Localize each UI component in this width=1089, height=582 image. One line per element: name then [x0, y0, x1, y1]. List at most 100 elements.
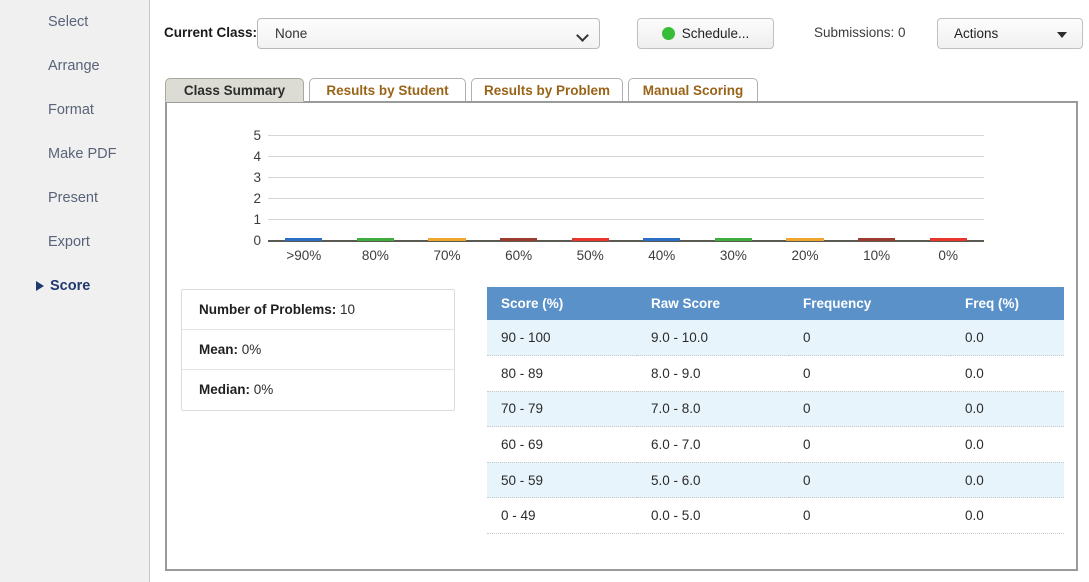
- table-cell-raw: 5.0 - 6.0: [637, 462, 789, 499]
- stat-value: 0%: [253, 382, 274, 397]
- table-row[interactable]: 90 - 100 9.0 - 10.0 0 0.0: [487, 320, 1064, 357]
- tab-manual-scoring[interactable]: Manual Scoring: [628, 78, 758, 102]
- table-row[interactable]: 50 - 59 5.0 - 6.0 0 0.0: [487, 462, 1064, 499]
- table-cell-frequency: 0: [789, 462, 951, 499]
- score-distribution-chart: 5 4 3 2 1 0 >90% 80% 70% 60% 50% 40% 30% 20% 10% 0%: [167, 103, 1080, 268]
- table-cell-frequency: 0: [789, 320, 951, 357]
- table-body: 90 - 100 9.0 - 10.0 0 0.0 80 - 89 8.0 - 9.0 0 0…: [487, 320, 1064, 535]
- table-cell-freq-pct: 0.0: [951, 355, 1064, 392]
- chart-bar: [428, 238, 466, 241]
- tab-label: Results by Problem: [483, 83, 611, 98]
- tab-results-by-student[interactable]: Results by Student: [309, 78, 466, 102]
- chart-bar: [929, 238, 967, 241]
- sidebar-item-present[interactable]: Present: [0, 176, 149, 220]
- tab-label: Manual Scoring: [642, 83, 744, 98]
- table-cell-score: 60 - 69: [487, 426, 637, 463]
- y-tick-label: 1: [253, 212, 261, 227]
- table-cell-raw: 9.0 - 10.0: [637, 320, 789, 357]
- chart-bar: [285, 238, 323, 241]
- sidebar-item-label: Make PDF: [48, 146, 117, 162]
- sidebar-item-format[interactable]: Format: [0, 88, 149, 132]
- table-row[interactable]: 0 - 49 0.0 - 5.0 0 0.0: [487, 497, 1064, 535]
- stat-row: Median: 0%: [182, 370, 454, 410]
- table-header-freq-pct[interactable]: Freq (%): [951, 287, 1064, 320]
- chart-plot-area: [268, 135, 984, 242]
- chart-bar: [643, 238, 681, 241]
- sidebar-item-label: Format: [48, 102, 94, 118]
- sidebar-item-label: Select: [48, 14, 89, 30]
- tab-class-summary[interactable]: Class Summary: [165, 78, 304, 102]
- table-cell-frequency: 0: [789, 497, 951, 535]
- stat-label: Mean:: [199, 342, 239, 357]
- chart-y-axis-labels: 5 4 3 2 1 0: [239, 129, 261, 255]
- status-dot-icon: [661, 27, 675, 40]
- y-tick-label: 4: [253, 149, 261, 164]
- stat-value: 10: [340, 302, 356, 317]
- table-cell-score: 50 - 59: [487, 462, 637, 499]
- sidebar-item-export[interactable]: Export: [0, 220, 149, 264]
- sidebar-item-label: Present: [48, 190, 98, 206]
- chart-bar: [857, 238, 896, 241]
- table-row[interactable]: 80 - 89 8.0 - 9.0 0 0.0: [487, 355, 1064, 392]
- x-tick-label: 20%: [791, 248, 819, 263]
- sidebar: Select Arrange Format Make PDF Present Export…: [0, 0, 150, 582]
- schedule-button[interactable]: Schedule...: [637, 18, 774, 49]
- summary-stats-box: Number of Problems: 10 Mean: 0% Median: 0%: [181, 289, 455, 411]
- x-tick-label: 70%: [433, 248, 461, 263]
- stat-row: Number of Problems: 10: [182, 290, 454, 330]
- sidebar-item-select[interactable]: Select: [0, 0, 149, 44]
- stat-row: Mean: 0%: [182, 330, 454, 370]
- sidebar-item-label: Export: [48, 234, 90, 250]
- table-cell-raw: 8.0 - 9.0: [637, 355, 789, 392]
- table-head: Score (%) Raw Score Frequency Freq (%): [487, 287, 1064, 320]
- class-summary-panel: 543210 >90% 80% 70% 60% 50% 40% 30% 20% 10% 0% Nu…: [165, 101, 1078, 571]
- current-class-select[interactable]: None: [257, 18, 600, 49]
- x-tick-label: 60%: [505, 248, 533, 263]
- tab-results-by-problem[interactable]: Results by Problem: [471, 78, 623, 102]
- y-tick-label: 3: [253, 170, 261, 185]
- chart-bar: [356, 238, 394, 241]
- tab-label: Results by Student: [326, 83, 449, 98]
- chart-gridline: [268, 198, 984, 199]
- chart-gridline: [268, 135, 984, 136]
- table-row[interactable]: 70 - 79 7.0 - 8.0 0 0.0: [487, 391, 1064, 428]
- table-header-raw-score[interactable]: Raw Score: [637, 287, 789, 320]
- chevron-down-icon: [576, 29, 589, 42]
- chart-bar: [786, 238, 824, 241]
- caret-down-icon: [1057, 32, 1067, 38]
- x-tick-label: 30%: [719, 248, 747, 263]
- table-header-score[interactable]: Score (%): [487, 287, 637, 320]
- x-tick-label: 40%: [648, 248, 676, 263]
- current-class-value: None: [275, 26, 308, 41]
- table-cell-score: 70 - 79: [487, 391, 637, 428]
- score-distribution-table: Score (%) Raw Score Frequency Freq (%) 9…: [487, 287, 1064, 535]
- table-cell-frequency: 0: [789, 355, 951, 392]
- y-tick-label: 2: [253, 191, 261, 206]
- table-cell-freq-pct: 0.0: [951, 320, 1064, 357]
- stat-label: Number of Problems:: [199, 302, 337, 317]
- y-tick-label: 5: [253, 128, 261, 143]
- chart-gridline: [268, 177, 984, 178]
- table-header-frequency[interactable]: Frequency: [789, 287, 951, 320]
- current-class-label: Current Class:: [164, 25, 258, 40]
- x-tick-label: 0%: [938, 248, 958, 263]
- sidebar-item-score[interactable]: Score: [0, 264, 149, 308]
- chart-gridline: [268, 219, 984, 220]
- sidebar-item-arrange[interactable]: Arrange: [0, 44, 149, 88]
- sidebar-item-make-pdf[interactable]: Make PDF: [0, 132, 149, 176]
- table-cell-raw: 0.0 - 5.0: [637, 497, 789, 535]
- table-cell-score: 80 - 89: [487, 355, 637, 392]
- tab-label: Class Summary: [183, 83, 286, 98]
- triangle-right-icon: [36, 281, 44, 291]
- stat-value: 0%: [241, 342, 262, 357]
- table-cell-raw: 7.0 - 8.0: [637, 391, 789, 428]
- table-cell-raw: 6.0 - 7.0: [637, 426, 789, 463]
- chart-gridline: [268, 156, 984, 157]
- table-cell-freq-pct: 0.0: [951, 497, 1064, 535]
- actions-dropdown-button[interactable]: Actions: [937, 18, 1083, 49]
- table-cell-freq-pct: 0.0: [951, 391, 1064, 428]
- chart-bar: [499, 238, 538, 241]
- x-tick-label: 10%: [863, 248, 891, 263]
- table-row[interactable]: 60 - 69 6.0 - 7.0 0 0.0: [487, 426, 1064, 463]
- table-cell-score: 90 - 100: [487, 320, 637, 357]
